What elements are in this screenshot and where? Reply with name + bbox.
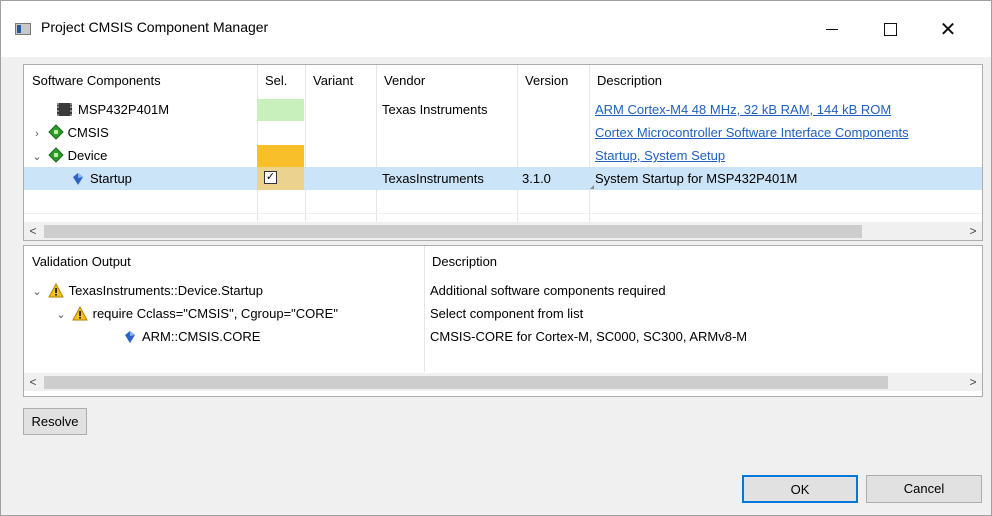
scroll-right-icon[interactable]: > — [964, 222, 982, 240]
component-row-device[interactable]: ⌄ Device Startup, System Setup — [24, 144, 982, 167]
app-icon — [15, 23, 31, 35]
column-header-variant[interactable]: Variant — [305, 65, 376, 97]
column-header-sel[interactable]: Sel. — [257, 65, 305, 97]
cancel-button[interactable]: Cancel — [866, 475, 982, 503]
description-link[interactable]: Cortex Microcontroller Software Interfac… — [595, 121, 982, 144]
components-horizontal-scrollbar[interactable]: < > — [24, 222, 982, 240]
scroll-left-icon[interactable]: < — [24, 373, 42, 391]
component-name: Startup — [90, 171, 132, 186]
warning-icon — [47, 283, 64, 298]
validation-text: require Cclass="CMSIS", Cgroup="CORE" — [92, 306, 338, 321]
scroll-right-icon[interactable]: > — [964, 373, 982, 391]
description-link[interactable]: Startup, System Setup — [595, 144, 982, 167]
component-name: Device — [67, 148, 108, 163]
validation-horizontal-scrollbar[interactable]: < > — [24, 373, 982, 391]
component-name: CMSIS — [67, 125, 109, 140]
resolve-button[interactable]: Resolve — [23, 408, 87, 435]
sel-indicator — [257, 99, 304, 121]
component-row-startup[interactable]: ✓ Startup TexasInstruments 3.1.0 System … — [24, 167, 982, 190]
scroll-thumb[interactable] — [44, 225, 862, 238]
validation-description: CMSIS-CORE for Cortex-M, SC000, SC300, A… — [430, 329, 748, 344]
version-cell[interactable]: 3.1.0 — [522, 167, 582, 190]
title-bar[interactable]: Project CMSIS Component Manager ✕ — [1, 1, 991, 57]
close-button[interactable]: ✕ — [925, 1, 971, 57]
description-cell: System Startup for MSP432P401M — [595, 171, 798, 186]
validation-text: ARM::CMSIS.CORE — [142, 329, 261, 344]
component-row-cmsis[interactable]: › CMSIS Cortex Microcontroller Software … — [24, 121, 982, 144]
component-row-msp432p401m[interactable]: MSP432P401M Texas Instruments ARM Cortex… — [24, 98, 982, 121]
column-header-validation-output[interactable]: Validation Output — [24, 246, 424, 278]
validation-text: TexasInstruments::Device.Startup — [68, 283, 263, 298]
component-icon — [47, 147, 64, 163]
components-table: Software Components Sel. Variant Vendor … — [23, 64, 983, 241]
gem-icon — [125, 331, 135, 343]
collapse-chevron-icon[interactable]: ⌄ — [30, 281, 44, 302]
close-icon: ✕ — [939, 18, 957, 41]
scroll-left-icon[interactable]: < — [24, 222, 42, 240]
validation-description: Select component from list — [430, 306, 584, 321]
validation-row[interactable]: ⌄ TexasInstruments::Device.Startup Addit… — [24, 279, 982, 302]
column-header-description[interactable]: Description — [589, 65, 982, 97]
sel-indicator — [257, 145, 304, 167]
validation-description: Additional software components required — [430, 283, 666, 298]
empty-row — [24, 190, 982, 214]
empty-row — [24, 348, 982, 371]
version-dropdown-icon[interactable] — [590, 185, 594, 189]
expand-chevron-icon[interactable]: › — [30, 123, 44, 144]
vendor-cell: TexasInstruments — [382, 171, 484, 186]
column-header-validation-description[interactable]: Description — [424, 246, 982, 278]
column-header-software-components[interactable]: Software Components — [24, 65, 257, 97]
component-icon — [47, 124, 64, 140]
maximize-icon — [883, 22, 897, 36]
collapse-chevron-icon[interactable]: ⌄ — [30, 146, 44, 167]
collapse-chevron-icon[interactable]: ⌄ — [54, 304, 68, 325]
maximize-button[interactable] — [867, 1, 913, 57]
component-name: MSP432P401M — [78, 102, 170, 117]
vendor-cell: Texas Instruments — [382, 102, 488, 117]
ok-button[interactable]: OK — [742, 475, 858, 503]
warning-icon — [71, 306, 88, 321]
scroll-thumb[interactable] — [44, 376, 888, 389]
validation-table: Validation Output Description ⌄ TexasIns… — [23, 245, 983, 397]
column-header-version[interactable]: Version — [517, 65, 589, 97]
window-title: Project CMSIS Component Manager — [41, 19, 269, 35]
validation-row[interactable]: ARM::CMSIS.CORE CMSIS-CORE for Cortex-M,… — [24, 325, 982, 348]
component-manager-window: Project CMSIS Component Manager ✕ Softwa… — [0, 0, 992, 516]
gem-icon — [73, 173, 83, 185]
chip-icon — [57, 103, 72, 116]
description-link[interactable]: ARM Cortex-M4 48 MHz, 32 kB RAM, 144 kB … — [595, 98, 982, 121]
validation-row[interactable]: ⌄ require Cclass="CMSIS", Cgroup="CORE" … — [24, 302, 982, 325]
minimize-button[interactable] — [809, 1, 855, 57]
minimize-icon — [826, 28, 838, 30]
select-checkbox[interactable]: ✓ — [264, 171, 277, 184]
column-header-vendor[interactable]: Vendor — [376, 65, 517, 97]
